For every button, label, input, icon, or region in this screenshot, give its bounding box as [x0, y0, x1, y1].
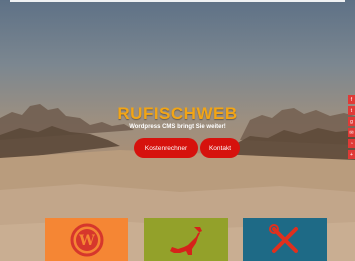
service-card-wordpress[interactable]: W [45, 218, 128, 261]
tools-icon [269, 223, 298, 253]
wordpress-icon: W [70, 223, 103, 256]
social-sidebar: f t g ✉ ◔ + [348, 95, 355, 161]
twitter-icon[interactable]: t [348, 106, 355, 115]
service-card-tools[interactable] [243, 218, 327, 261]
svg-text:W: W [78, 233, 95, 249]
email-icon[interactable]: ✉ [348, 128, 355, 137]
service-card-dinosaur[interactable] [144, 218, 228, 261]
rss-icon[interactable]: ◔ [348, 139, 355, 148]
cost-calculator-button[interactable]: Kostenrechner [134, 138, 198, 158]
google-icon[interactable]: g [348, 117, 355, 126]
site-brand: RUFISCHWEB [117, 104, 238, 123]
share-icon[interactable]: + [348, 150, 355, 159]
facebook-icon[interactable]: f [348, 95, 355, 104]
top-border [10, 0, 345, 2]
contact-button[interactable]: Kontakt [200, 138, 240, 158]
dinosaur-icon [170, 226, 202, 255]
site-tagline: Wordpress CMS bringt Sie weiter! [129, 124, 226, 130]
